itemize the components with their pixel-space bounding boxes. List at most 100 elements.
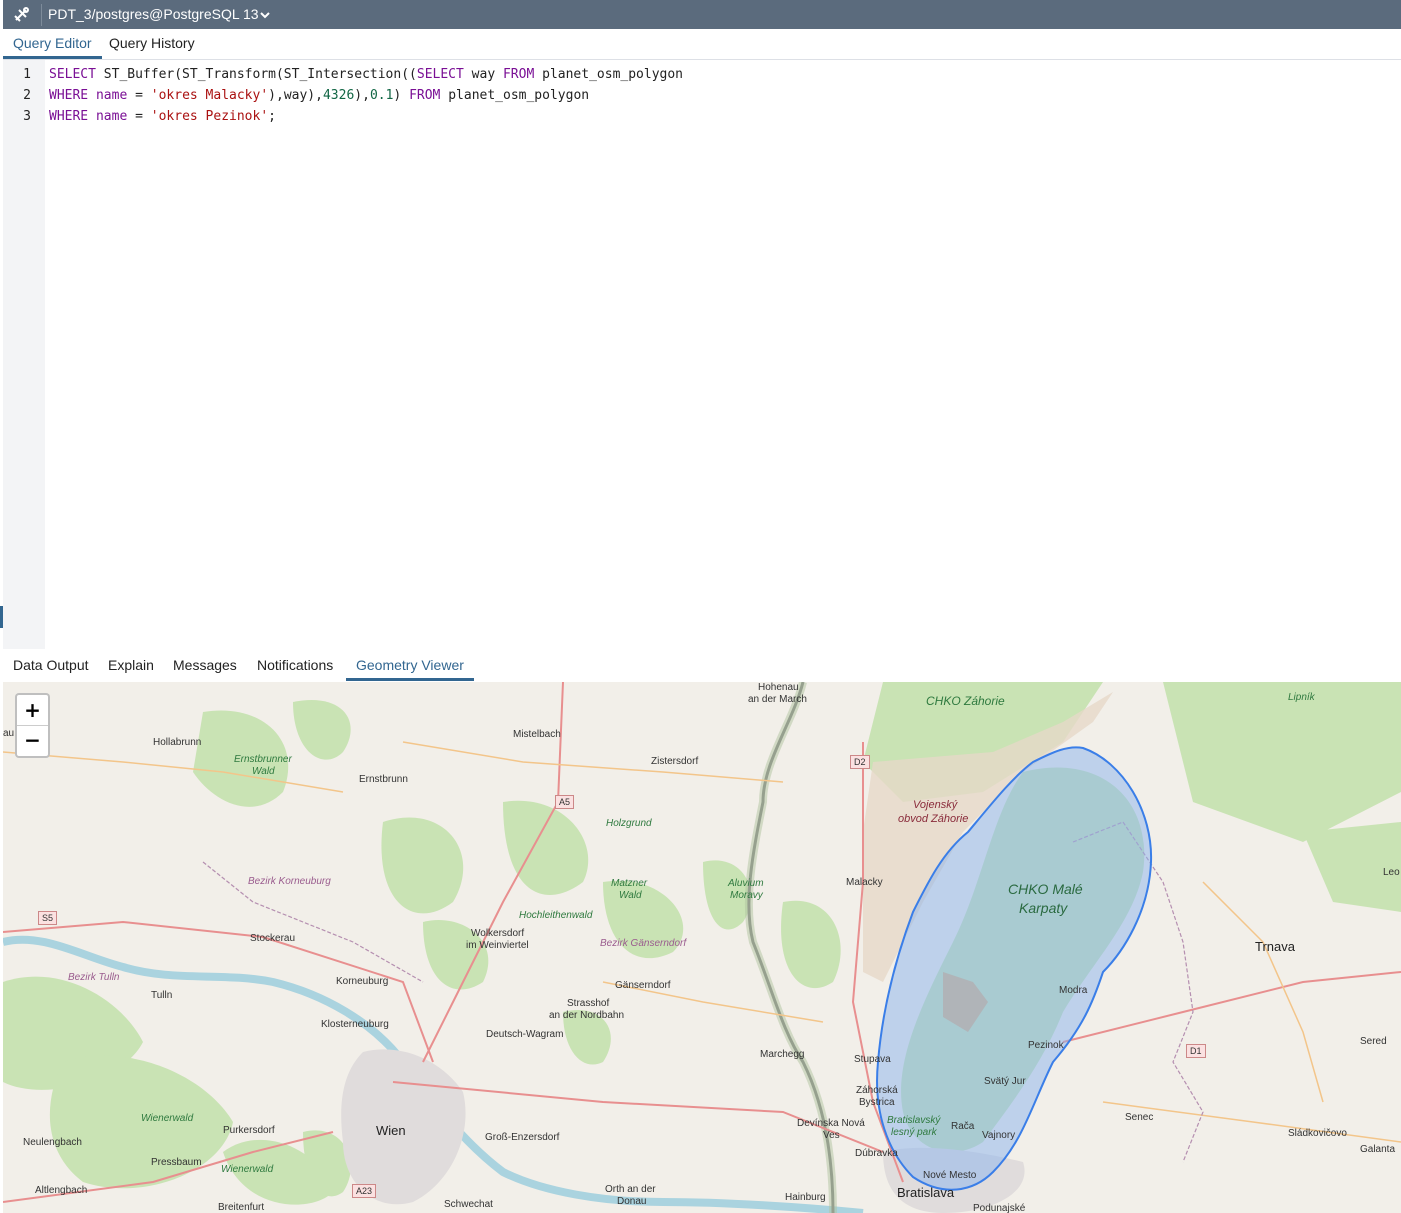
- code-token-kw: FROM: [502, 67, 535, 82]
- map-label: Wien: [376, 1123, 406, 1138]
- map-label: Dúbravka: [855, 1148, 898, 1159]
- map-label: an der March: [748, 694, 807, 705]
- tab-notifications[interactable]: Notifications: [257, 650, 333, 681]
- toolbar-separator: [41, 4, 42, 26]
- code-token-plain: ): [393, 88, 410, 103]
- map-label: Klosterneuburg: [321, 1019, 389, 1030]
- map-label: Vojenský: [913, 799, 958, 811]
- map-label: Rača: [951, 1121, 975, 1132]
- code-token-plain: =: [127, 109, 151, 124]
- line-number: 2: [23, 88, 31, 103]
- tab-query-editor[interactable]: Query Editor: [3, 29, 102, 59]
- map-label: Wienerwald: [141, 1113, 194, 1124]
- map-label: Ves: [823, 1130, 840, 1141]
- geometry-map[interactable]: Hohenau an der March CHKO Záhorie Lipník…: [3, 682, 1401, 1213]
- map-label: Zistersdorf: [651, 756, 699, 767]
- map-label: Korneuburg: [336, 976, 389, 987]
- code-token-kw: WHERE: [49, 88, 89, 103]
- map-label: Neulengbach: [23, 1137, 82, 1148]
- map-label: Svätý Jur: [984, 1076, 1026, 1087]
- map-label: Karpaty: [1019, 900, 1068, 916]
- zoom-control: + −: [15, 693, 50, 758]
- splitter-handle[interactable]: [0, 606, 3, 628]
- map-label: Orth an der: [605, 1184, 656, 1195]
- tab-messages[interactable]: Messages: [173, 650, 237, 681]
- tab-query-history[interactable]: Query History: [109, 29, 195, 59]
- map-label: Bratislavský: [887, 1115, 941, 1126]
- map-label: Trnava: [1255, 939, 1295, 954]
- map-label: obvod Záhorie: [898, 813, 969, 825]
- map-label: Altlengbach: [35, 1185, 88, 1196]
- editor-tabs: Query Editor Query History: [3, 29, 1401, 60]
- code-line[interactable]: WHERE name = 'okres Malacky'),way),4326)…: [49, 88, 589, 103]
- map-label: Matzner: [611, 878, 648, 889]
- zoom-in-button[interactable]: +: [17, 695, 48, 726]
- code-token-plain: planet_osm_polygon: [440, 88, 590, 103]
- code-token-kw: SELECT: [49, 67, 96, 82]
- map-label: Deutsch-Wagram: [486, 1029, 564, 1040]
- map-label: Wald: [619, 890, 642, 901]
- map-label: CHKO Malé: [1008, 881, 1083, 897]
- tab-explain[interactable]: Explain: [108, 650, 154, 681]
- road-shield: D2: [850, 755, 870, 769]
- connection-plug-icon: [14, 7, 29, 22]
- map-label: Wald: [252, 766, 275, 777]
- map-label: au: [3, 728, 15, 739]
- code-token-plain: planet_osm_polygon: [534, 67, 684, 82]
- sql-editor[interactable]: 1 2 3 SELECT ST_Buffer(ST_Transform(ST_I…: [3, 60, 1401, 649]
- map-label: Tulln: [151, 990, 173, 1001]
- map-label: Hollabrunn: [153, 737, 202, 748]
- map-label: lesný park: [891, 1127, 937, 1138]
- road-shield: S5: [38, 911, 58, 925]
- connection-label[interactable]: PDT_3/postgres@PostgreSQL 13: [48, 6, 259, 22]
- map-label: Wolkersdorf: [471, 928, 525, 939]
- line-number-gutter: 1 2 3: [3, 60, 45, 649]
- code-token-num: 0.1: [369, 88, 394, 103]
- line-number: 1: [23, 67, 31, 82]
- code-token-kw: name: [95, 88, 128, 103]
- map-label: Holzgrund: [606, 818, 652, 829]
- map-label: Aluvium: [728, 878, 764, 889]
- map-label: Purkersdorf: [223, 1125, 275, 1136]
- map-label: Bratislava: [897, 1185, 955, 1200]
- code-line[interactable]: SELECT ST_Buffer(ST_Transform(ST_Interse…: [49, 67, 683, 82]
- result-tabs: Data Output Explain Messages Notificatio…: [3, 650, 1401, 682]
- map-label: Malacky: [846, 877, 883, 888]
- map-label: Záhorská: [856, 1085, 898, 1096]
- zoom-out-button[interactable]: −: [17, 725, 48, 755]
- map-label: Breitenfurt: [218, 1202, 265, 1213]
- code-token-plain: ),way),: [268, 88, 323, 103]
- map-label: Hochleithenwald: [519, 910, 593, 921]
- road-shield: D1: [1186, 1044, 1206, 1058]
- map-label: Pressbaum: [151, 1157, 202, 1168]
- road-shield: A23: [352, 1184, 377, 1198]
- map-label: Schwechat: [444, 1199, 493, 1210]
- map-label: Nové Mesto: [923, 1170, 977, 1181]
- code-token-kw: SELECT: [416, 67, 464, 82]
- map-label: Gänserndorf: [615, 980, 671, 991]
- map-label: im Weinviertel: [466, 940, 529, 951]
- map-label: Podunajské: [973, 1203, 1026, 1213]
- map-label: Bystrica: [859, 1097, 895, 1108]
- map-label: Pezinok: [1028, 1040, 1064, 1051]
- map-label: Bezirk Tulln: [68, 972, 120, 983]
- map-tiles: [3, 682, 1401, 1213]
- map-label: CHKO Záhorie: [926, 694, 1005, 708]
- code-token-str: 'okres Pezinok': [150, 109, 269, 124]
- code-token-plain: way: [463, 67, 503, 82]
- tab-geometry-viewer[interactable]: Geometry Viewer: [346, 650, 474, 681]
- map-label: Modra: [1059, 985, 1088, 996]
- code-line[interactable]: WHERE name = 'okres Pezinok';: [49, 109, 276, 124]
- map-label: Galanta: [1360, 1144, 1396, 1155]
- map-label: Senec: [1125, 1112, 1154, 1123]
- tab-data-output[interactable]: Data Output: [13, 650, 89, 681]
- map-label: Donau: [617, 1196, 647, 1207]
- map-label: Sládkovičovo: [1288, 1128, 1347, 1139]
- map-label: Sered: [1360, 1036, 1387, 1047]
- code-token-kw: FROM: [409, 88, 441, 103]
- map-label: Groß-Enzersdorf: [485, 1132, 560, 1143]
- code-token-plain: ;: [268, 109, 276, 124]
- chevron-down-icon[interactable]: [259, 9, 271, 21]
- map-label: Lipník: [1288, 692, 1315, 703]
